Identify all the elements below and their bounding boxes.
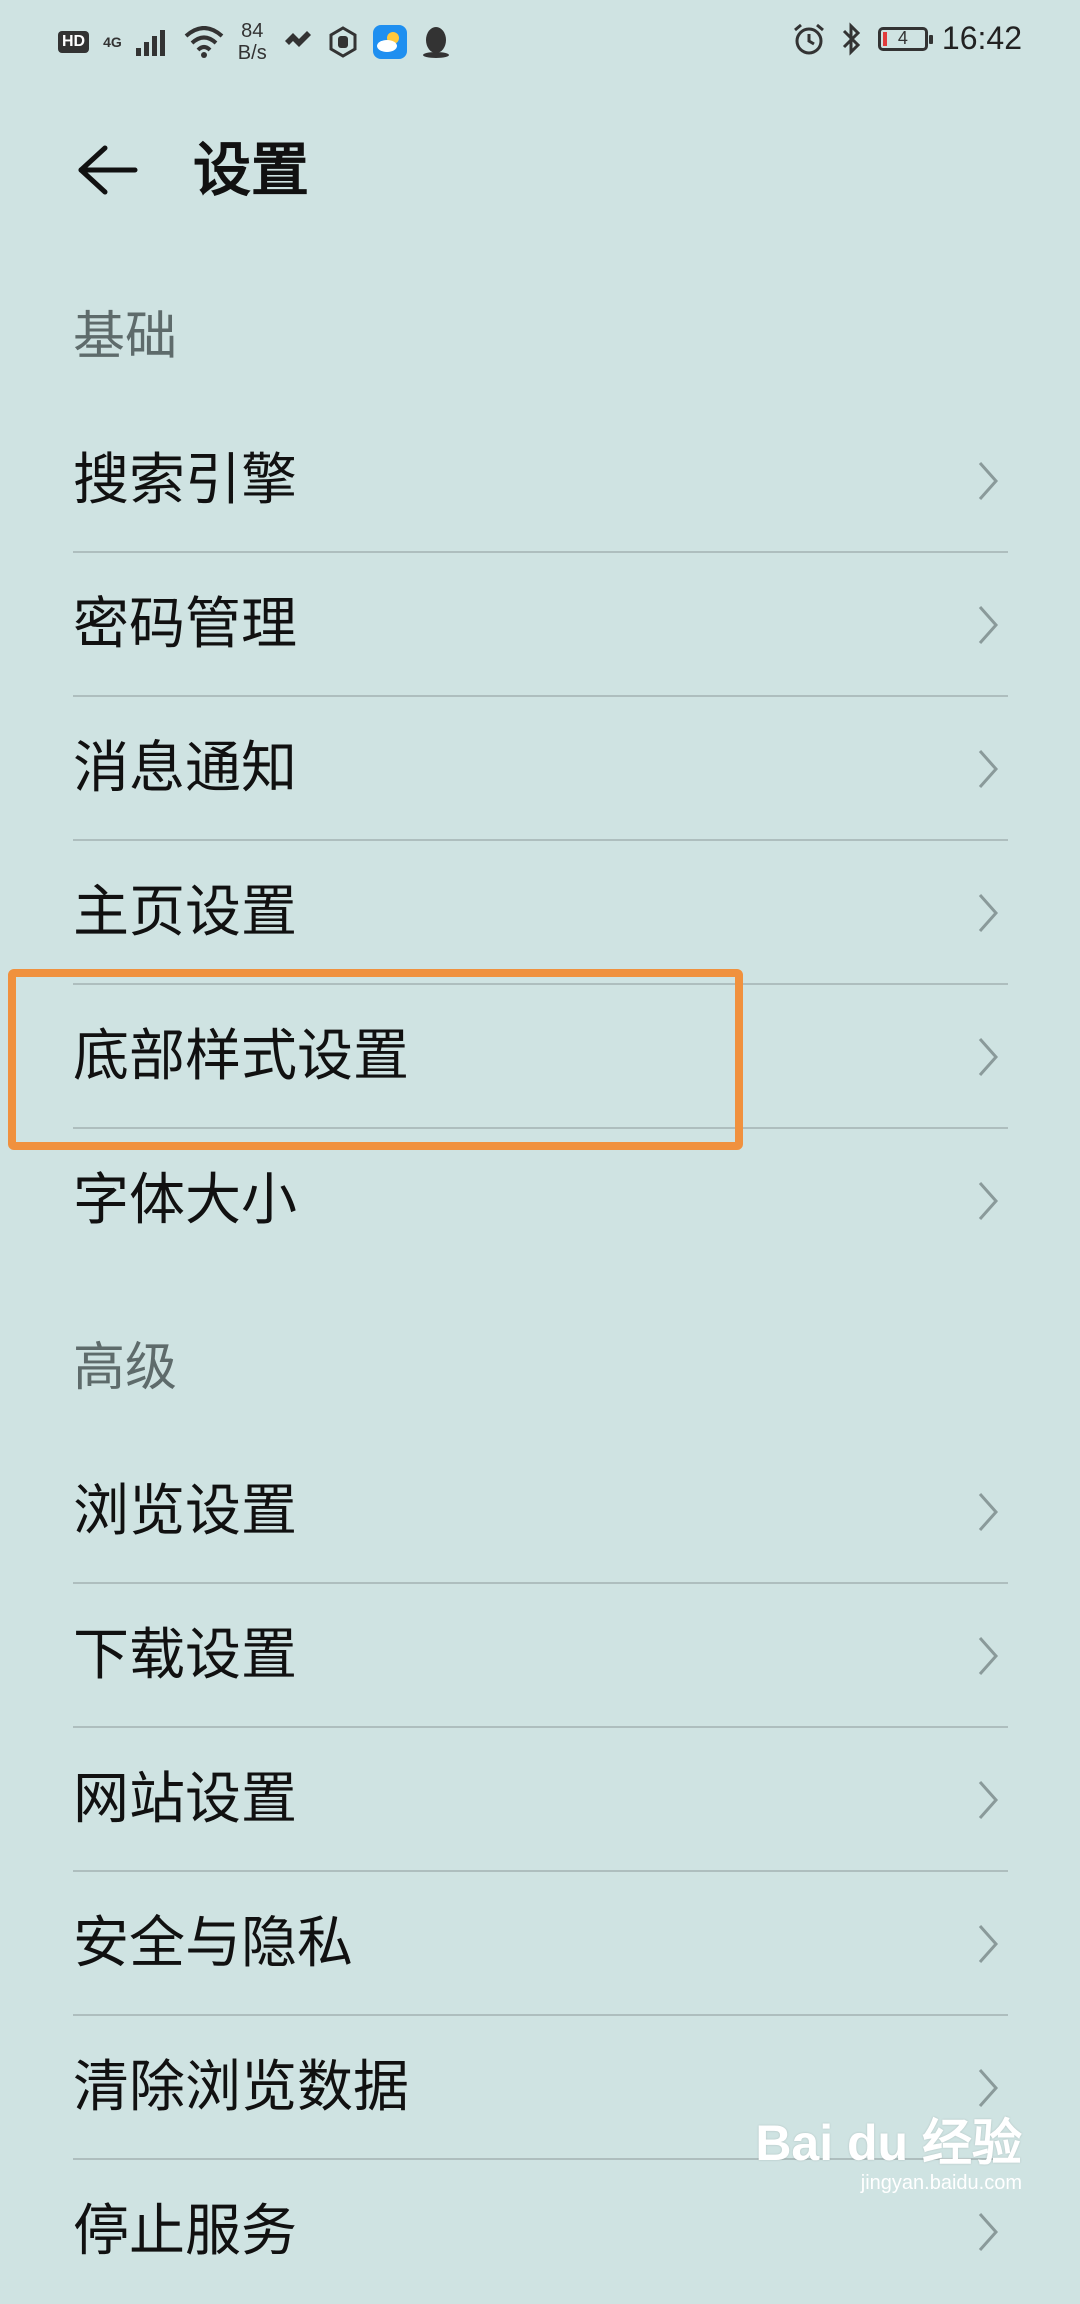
settings-item-label: 搜索引擎 bbox=[73, 448, 297, 513]
app-header: 设置 bbox=[0, 120, 1080, 220]
highlight-annotation-box bbox=[8, 969, 743, 1150]
network-speed: 84 B/s bbox=[238, 20, 267, 64]
status-bar: HD 4G 84 B/s 4 16:42 bbox=[0, 0, 1080, 80]
settings-item-homepage[interactable]: 主页设置 bbox=[73, 841, 1008, 985]
settings-item-font-size[interactable]: 字体大小 bbox=[73, 1129, 1008, 1273]
section-title-advanced: 高级 bbox=[73, 1338, 178, 1398]
watermark-url: jingyan.baidu.com bbox=[860, 2172, 1022, 2194]
settings-item-label: 网站设置 bbox=[73, 1767, 297, 1832]
chevron-right-icon bbox=[978, 1493, 999, 1531]
chevron-right-icon bbox=[978, 894, 999, 932]
battery-level: 4 bbox=[897, 28, 908, 48]
chevron-right-icon bbox=[978, 606, 999, 644]
chevron-right-icon bbox=[978, 1038, 999, 1076]
chevron-right-icon bbox=[978, 2069, 999, 2107]
chevron-right-icon bbox=[978, 750, 999, 788]
clock: 16:42 bbox=[941, 20, 1022, 56]
settings-item-search-engine[interactable]: 搜索引擎 bbox=[73, 409, 1008, 553]
health-icon bbox=[284, 31, 311, 47]
chevron-right-icon bbox=[978, 1182, 999, 1220]
settings-item-security-privacy[interactable]: 安全与隐私 bbox=[73, 1872, 1008, 2016]
settings-item-label: 密码管理 bbox=[73, 592, 297, 657]
network-speed-unit: B/s bbox=[237, 42, 267, 64]
chevron-right-icon bbox=[978, 2213, 999, 2251]
watermark-brand: Bai du 经验 bbox=[755, 2115, 1022, 2171]
back-button[interactable] bbox=[72, 140, 142, 200]
settings-item-password-manager[interactable]: 密码管理 bbox=[73, 553, 1008, 697]
settings-item-browsing[interactable]: 浏览设置 bbox=[73, 1440, 1008, 1584]
settings-item-label: 主页设置 bbox=[73, 880, 297, 945]
wifi-icon bbox=[184, 26, 224, 58]
settings-item-notifications[interactable]: 消息通知 bbox=[73, 697, 1008, 841]
settings-item-label: 字体大小 bbox=[73, 1168, 297, 1233]
settings-item-label: 安全与隐私 bbox=[73, 1911, 353, 1976]
chevron-right-icon bbox=[978, 462, 999, 500]
signal-icon bbox=[135, 30, 165, 56]
chevron-right-icon bbox=[978, 1637, 999, 1675]
bluetooth-icon bbox=[842, 21, 861, 56]
settings-item-download[interactable]: 下载设置 bbox=[73, 1584, 1008, 1728]
weather-app-icon bbox=[372, 25, 407, 59]
settings-item-site[interactable]: 网站设置 bbox=[73, 1728, 1008, 1872]
alarm-icon bbox=[793, 23, 824, 54]
settings-item-label: 消息通知 bbox=[73, 736, 297, 801]
chevron-right-icon bbox=[978, 1925, 999, 1963]
battery-fill bbox=[882, 31, 887, 46]
section-title-basic: 基础 bbox=[73, 307, 178, 367]
hd-badge: HD bbox=[58, 31, 90, 53]
network-speed-value: 84 bbox=[241, 20, 264, 42]
settings-item-label: 浏览设置 bbox=[73, 1479, 297, 1544]
network-type: 4G bbox=[103, 34, 122, 50]
status-bar-right: 4 16:42 bbox=[792, 20, 1022, 57]
settings-item-label: 停止服务 bbox=[73, 2199, 297, 2264]
chevron-right-icon bbox=[978, 1781, 999, 1819]
baidu-jingyan-watermark: Bai du 经验 jingyan.baidu.com bbox=[755, 2115, 1022, 2195]
page-title: 设置 bbox=[193, 136, 310, 204]
hand-icon bbox=[329, 26, 357, 58]
back-arrow-icon bbox=[78, 145, 138, 195]
qq-icon bbox=[422, 27, 449, 58]
status-bar-left: HD 4G 84 B/s bbox=[58, 20, 451, 64]
battery-icon: 4 bbox=[877, 26, 933, 51]
settings-item-label: 清除浏览数据 bbox=[73, 2055, 409, 2120]
settings-item-label: 下载设置 bbox=[73, 1623, 297, 1688]
